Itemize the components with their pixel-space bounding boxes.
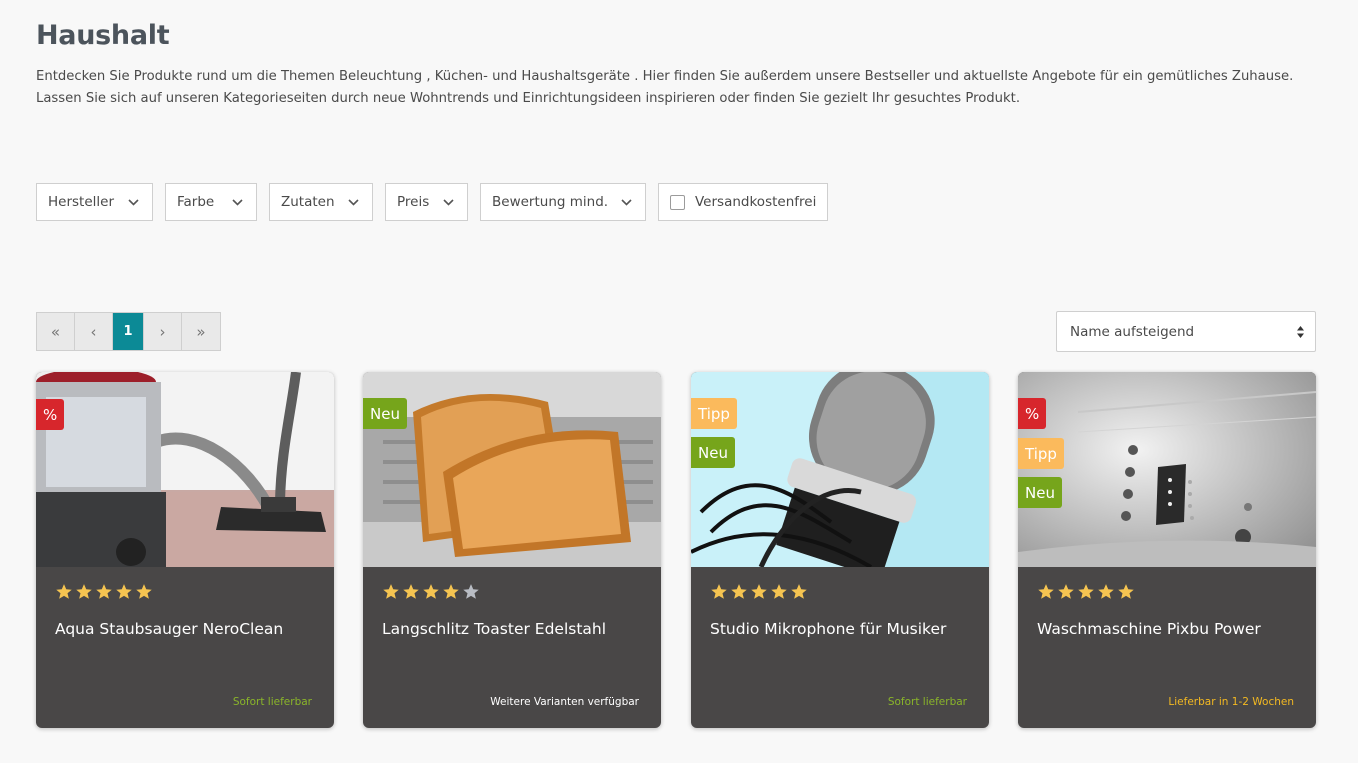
filter-manufacturer[interactable]: Hersteller — [36, 183, 153, 221]
chevron-down-icon — [443, 199, 454, 206]
product-card[interactable]: Neu Langschlitz Toaster Edelstahl Weiter… — [363, 372, 661, 728]
sort-selected-label: Name aufsteigend — [1070, 323, 1195, 340]
product-card[interactable]: % Aqua Staubsauger NeroClean Sofort lief… — [36, 372, 334, 728]
page-prev-button[interactable]: ‹ — [75, 313, 113, 350]
star-icon — [1118, 584, 1134, 599]
page-next-button[interactable]: › — [144, 313, 182, 350]
chevron-down-icon — [128, 199, 139, 206]
page-title: Haushalt — [36, 20, 170, 51]
description-line-1: Entdecken Sie Produkte rund um die Theme… — [36, 69, 1294, 84]
pagination: « ‹ 1 › » — [36, 312, 221, 351]
filter-color-label: Farbe — [177, 194, 215, 210]
badge-new: Neu — [1018, 477, 1062, 508]
product-card[interactable]: Tipp Neu Studio Mikrophone für Musiker S… — [691, 372, 989, 728]
star-icon — [403, 584, 419, 599]
star-icon — [711, 584, 727, 599]
product-card[interactable]: % Tipp Neu Waschmaschine Pixbu Power Lie… — [1018, 372, 1316, 728]
chevron-down-icon — [348, 199, 359, 206]
updown-arrows-icon — [1297, 326, 1304, 338]
filter-ingredients-label: Zutaten — [281, 194, 335, 210]
star-icon — [463, 584, 479, 599]
rating-stars — [710, 583, 808, 600]
badge-new: Neu — [691, 437, 735, 468]
product-image-vacuum — [36, 372, 334, 567]
filter-price[interactable]: Preis — [385, 183, 468, 221]
badge-tip: Tipp — [1018, 438, 1064, 469]
star-icon — [56, 584, 72, 599]
free-shipping-checkbox[interactable] — [670, 194, 685, 210]
product-image-washing-machine — [1018, 372, 1316, 567]
product-name[interactable]: Aqua Staubsauger NeroClean — [55, 620, 325, 638]
description-line-2: Lassen Sie sich auf unseren Kategoriesei… — [36, 90, 1021, 106]
availability-status: Sofort lieferbar — [887, 696, 967, 708]
star-icon — [1058, 584, 1074, 599]
availability-status: Weitere Varianten verfügbar — [490, 696, 639, 708]
star-icon — [791, 584, 807, 599]
page-description: Entdecken Sie Produkte rund um die Theme… — [36, 66, 1326, 109]
filter-manufacturer-label: Hersteller — [48, 194, 114, 210]
availability-status: Sofort lieferbar — [232, 696, 312, 708]
product-name[interactable]: Langschlitz Toaster Edelstahl — [382, 620, 652, 638]
page-current-button[interactable]: 1 — [113, 313, 144, 350]
star-icon — [76, 584, 92, 599]
star-icon — [731, 584, 747, 599]
star-icon — [1098, 584, 1114, 599]
star-icon — [383, 584, 399, 599]
rating-stars — [1037, 583, 1135, 600]
availability-status: Lieferbar in 1-2 Wochen — [1168, 696, 1294, 708]
star-icon — [443, 584, 459, 599]
product-name[interactable]: Waschmaschine Pixbu Power — [1037, 620, 1307, 638]
filter-price-label: Preis — [397, 194, 430, 210]
star-icon — [771, 584, 787, 599]
product-image-toaster — [363, 372, 661, 567]
chevron-down-icon — [621, 199, 632, 206]
star-icon — [96, 584, 112, 599]
filter-rating-label: Bewertung mind. — [492, 194, 609, 210]
star-icon — [136, 584, 152, 599]
filter-free-shipping-label: Versandkostenfrei — [695, 194, 817, 210]
badge-tip: Tipp — [691, 398, 737, 429]
filter-rating[interactable]: Bewertung mind. — [480, 183, 646, 221]
product-name[interactable]: Studio Mikrophone für Musiker — [710, 620, 980, 638]
star-icon — [1038, 584, 1054, 599]
filter-free-shipping[interactable]: Versandkostenfrei — [658, 183, 828, 221]
chevron-down-icon — [232, 199, 243, 206]
star-icon — [751, 584, 767, 599]
star-icon — [1078, 584, 1094, 599]
rating-stars — [382, 583, 480, 600]
badge-new: Neu — [363, 398, 407, 429]
page-last-button[interactable]: » — [182, 313, 220, 350]
sort-select[interactable]: Name aufsteigend — [1056, 311, 1316, 352]
badge-sale: % — [1018, 398, 1047, 429]
star-icon — [423, 584, 439, 599]
star-icon — [116, 584, 132, 599]
badge-sale: % — [36, 399, 65, 430]
rating-stars — [55, 583, 153, 600]
page-first-button[interactable]: « — [37, 313, 75, 350]
filter-ingredients[interactable]: Zutaten — [269, 183, 373, 221]
filter-color[interactable]: Farbe — [165, 183, 257, 221]
